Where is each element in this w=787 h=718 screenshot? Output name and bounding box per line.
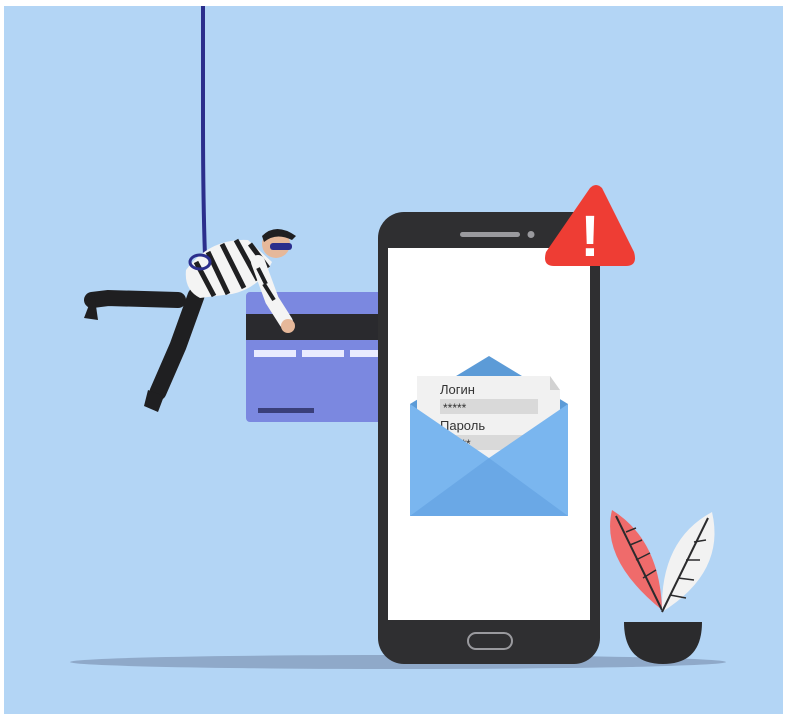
envelope: Логин ***** Пароль **** — [410, 356, 568, 516]
phone-speaker — [460, 232, 520, 237]
thief-hand — [281, 319, 295, 333]
thief-mask — [270, 243, 292, 250]
login-value: ***** — [443, 401, 467, 415]
warning-symbol: ! — [580, 204, 599, 269]
rope — [201, 6, 207, 257]
login-label: Логин — [440, 382, 475, 397]
phone-camera — [527, 231, 535, 238]
phishing-illustration: Логин ***** Пароль **** ! — [0, 0, 787, 718]
